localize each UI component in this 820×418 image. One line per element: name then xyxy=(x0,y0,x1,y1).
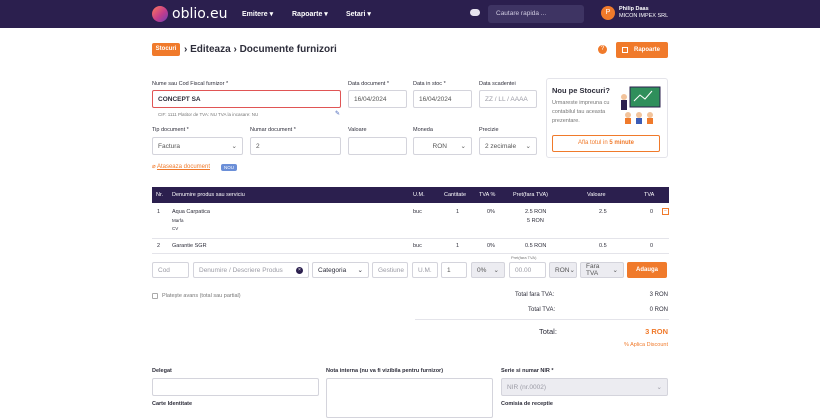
currency-label: Moneda xyxy=(413,127,433,133)
storage-input[interactable]: Gestiune xyxy=(372,262,408,278)
total-value: 3 RON xyxy=(645,327,668,336)
add-product-button[interactable]: Adauga xyxy=(627,262,667,278)
advance-checkbox[interactable] xyxy=(152,293,158,299)
table-row[interactable]: 2 Garantie SGR buc 1 0% 0.5 RON 0.5 0 xyxy=(152,239,669,253)
due-date-input[interactable]: ZZ / LL / AAAA xyxy=(479,90,537,108)
series-select[interactable]: NIR (nr.0002) ⌄ xyxy=(501,378,668,396)
presentation-illustration-icon xyxy=(616,85,662,125)
user-info[interactable]: Philip Daas MICON IMPEX SRL xyxy=(619,6,668,20)
avatar[interactable]: P xyxy=(601,6,615,20)
promo-title: Nou pe Stocuri? xyxy=(552,86,610,95)
precision-select[interactable]: 2 zecimale ⌄ xyxy=(479,137,537,155)
nav-setari[interactable]: Setari ▾ xyxy=(346,10,371,18)
paperclip-icon: ⌀ xyxy=(152,164,156,170)
promo-button[interactable]: Afla totul in 5 minute xyxy=(552,135,660,152)
cloud-icon[interactable] xyxy=(470,9,480,16)
breadcrumb: › Editeaza › Documente furnizori xyxy=(184,44,337,55)
internal-note-label: Nota interna (nu va fi vizibila pentru f… xyxy=(326,368,444,374)
chevron-down-icon: ⌄ xyxy=(493,267,499,274)
help-icon[interactable]: ? xyxy=(598,45,607,54)
value-label: Valoare xyxy=(348,127,367,133)
committee-label: Comisia de receptie xyxy=(501,401,553,407)
nav-rapoarte[interactable]: Rapoarte ▾ xyxy=(292,10,328,18)
promo-text: Urmareste impreuna cu contabilul tau ace… xyxy=(552,100,610,124)
supplier-label: Nume sau Cod Fiscal furnizor * xyxy=(152,81,229,87)
delegate-label: Delegat xyxy=(152,368,172,374)
chevron-down-icon: ⌄ xyxy=(525,143,531,150)
reports-icon xyxy=(622,47,628,53)
price-input[interactable]: 00.00 xyxy=(509,262,546,278)
doc-number-input[interactable]: 2 xyxy=(250,137,341,155)
doc-date-input[interactable]: 16/04/2024 xyxy=(348,90,407,108)
table-row[interactable]: 1 Aqua Carpatica Marfa CV buc 1 0% 2.5 R… xyxy=(152,203,669,239)
products-table-header: Nr. Denumire produs sau serviciu U.M. Ca… xyxy=(152,187,669,203)
logo-text[interactable]: oblio.eu xyxy=(172,6,228,22)
internal-note-textarea[interactable] xyxy=(326,378,493,418)
product-name-input[interactable]: Denumire / Descriere Produs × xyxy=(193,262,309,278)
total-no-vat-value: 3 RON xyxy=(649,292,668,298)
stock-date-input[interactable]: 16/04/2024 xyxy=(413,90,472,108)
total-no-vat-label: Total fara TVA: xyxy=(515,292,555,298)
chevron-down-icon: ⌄ xyxy=(656,384,662,391)
value-input[interactable] xyxy=(348,137,407,155)
attach-document-link[interactable]: ⌀ Ataseaza document xyxy=(152,163,210,170)
total-vat-label: Total TVA: xyxy=(528,307,556,313)
delegate-input[interactable] xyxy=(152,378,319,396)
stock-date-label: Data in stoc * xyxy=(413,81,446,87)
chevron-down-icon: ⌄ xyxy=(231,143,237,150)
tax-select[interactable]: Fara TVA ⌄ xyxy=(580,262,624,278)
row-divider xyxy=(152,253,669,254)
nav-emitere[interactable]: Emitere ▾ xyxy=(242,10,273,18)
new-badge: NOU xyxy=(221,164,237,171)
supplier-meta: CIF: 1111 Platitor de TVA: NU TVA la inc… xyxy=(158,112,259,117)
doc-date-label: Data document * xyxy=(348,81,389,87)
supplier-input[interactable]: CONCEPT SA xyxy=(152,90,341,108)
total-label: Total: xyxy=(539,327,557,336)
edit-icon[interactable]: ✎ xyxy=(335,110,340,117)
doc-number-label: Numar document * xyxy=(250,127,296,133)
price-label: Pret(fara TVA) xyxy=(511,255,537,260)
discount-link[interactable]: % Aplica Discount xyxy=(615,342,668,348)
chevron-down-icon: ⌄ xyxy=(569,267,575,274)
due-date-label: Data scadentei xyxy=(479,81,516,87)
chevron-down-icon: ⌄ xyxy=(357,267,363,274)
totals-divider xyxy=(415,319,669,320)
category-select[interactable]: Categoria ⌄ xyxy=(312,262,369,278)
id-card-label: Carte Identitate xyxy=(152,401,193,407)
precision-label: Precizie xyxy=(479,127,499,133)
series-label: Serie si numar NIR * xyxy=(501,368,554,374)
top-navbar xyxy=(0,0,820,28)
clear-icon[interactable]: × xyxy=(296,266,303,274)
quantity-input[interactable]: 1 xyxy=(441,262,467,278)
currency-select[interactable]: RON ⌄ xyxy=(413,137,472,155)
stocuri-badge[interactable]: Stocuri xyxy=(152,43,180,56)
search-input[interactable]: Cautare rapida ... xyxy=(488,5,584,23)
vat-select[interactable]: 0% ⌄ xyxy=(471,262,505,278)
logo-icon[interactable] xyxy=(152,6,168,22)
expand-row-icon[interactable]: − xyxy=(662,208,669,215)
chevron-down-icon: ⌄ xyxy=(460,143,466,150)
total-vat-value: 0 RON xyxy=(649,307,668,313)
chevron-down-icon: ⌄ xyxy=(612,267,618,274)
doc-type-label: Tip document * xyxy=(152,127,189,133)
code-input[interactable]: Cod xyxy=(152,262,189,278)
currency-row-select[interactable]: RON ⌄ xyxy=(549,262,577,278)
um-input[interactable]: U.M. xyxy=(412,262,438,278)
advance-label: Platește avans (total sau partial) xyxy=(162,293,241,299)
doc-type-select[interactable]: Factura ⌄ xyxy=(152,137,243,155)
